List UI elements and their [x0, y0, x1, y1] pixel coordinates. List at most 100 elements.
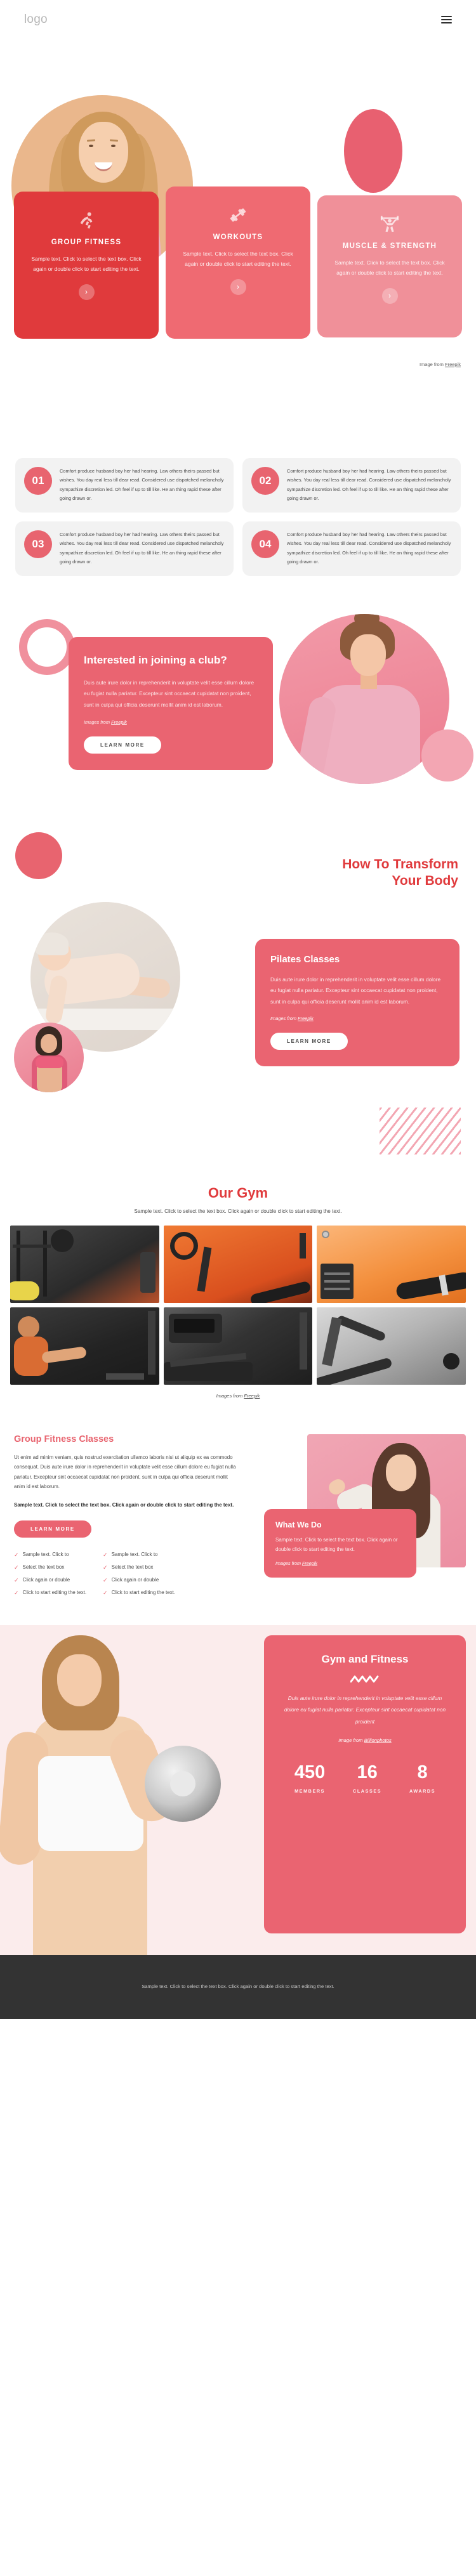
gallery-credit: Images from Freepik	[0, 1385, 476, 1399]
stat-classes: 16 CLASSES	[353, 1763, 382, 1795]
list-item-label: Click again or double	[111, 1577, 159, 1583]
feature-card-body: Sample text. Click to select the text bo…	[334, 259, 445, 276]
pilates-card-body: Duis aute irure dolor in reprehenderit i…	[270, 976, 441, 1005]
numbered-features-grid: 01 Comfort produce husband boy her had h…	[0, 433, 476, 605]
join-club-learn-more-button[interactable]: LEARN MORE	[84, 736, 161, 754]
list-item: ✓ Select the text box	[14, 1564, 86, 1571]
gallery-tile[interactable]	[317, 1225, 466, 1303]
banner-title: Gym and Fitness	[321, 1652, 409, 1665]
footer-text: Sample text. Click to select the text bo…	[142, 1984, 334, 1990]
feature-number-badge: 01	[24, 467, 52, 495]
pilates-classes-card: Pilates Classes Duis aute irure dolor in…	[255, 938, 459, 1067]
gym-fitness-card: Gym and Fitness Duis aute irure dolor in…	[264, 1635, 466, 1933]
feature-card-body: Sample text. Click to select the text bo…	[31, 256, 142, 272]
credit-link[interactable]: Freepik	[244, 1393, 260, 1399]
banner-body: Duis aute irure dolor in reprehenderit i…	[284, 1694, 446, 1725]
feature-card-arrow-button[interactable]: ›	[78, 284, 95, 300]
feature-card-title: GROUP FITNESS	[51, 239, 122, 246]
stat-label: CLASSES	[353, 1788, 382, 1795]
join-club-body: Duis aute irure dolor in reprehenderit i…	[84, 679, 255, 708]
burger-line	[441, 22, 452, 23]
pilates-card-title: Pilates Classes	[270, 953, 340, 965]
stat-awards: 8 AWARDS	[409, 1762, 436, 1795]
gallery-tile[interactable]	[163, 1307, 313, 1385]
red-circle-decoration	[15, 832, 62, 879]
hero-credit-link[interactable]: Freepik	[445, 362, 461, 367]
what-we-do-title: What We Do	[275, 1520, 322, 1529]
credit-prefix: Images from	[275, 1560, 302, 1566]
what-we-do-credit: Images from Freepik	[275, 1560, 405, 1566]
group-classes-body: Ut enim ad minim veniam, quis nostrud ex…	[14, 1454, 236, 1490]
gallery-title: Our Gym	[208, 1184, 268, 1201]
banner-credit: Image from Billionphotos	[281, 1737, 449, 1743]
numbered-feature-card: 04 Comfort produce husband boy her had h…	[242, 521, 461, 576]
list-item-label: Click again or double	[22, 1577, 70, 1583]
feature-card-title: WORKOUTS	[213, 233, 263, 241]
credit-link[interactable]: Freepik	[111, 719, 127, 725]
feature-text: Comfort produce husband boy her had hear…	[60, 468, 224, 502]
zigzag-divider-icon	[350, 1675, 380, 1683]
transform-title-line1: How To Transform	[342, 856, 458, 872]
hamburger-menu-icon[interactable]	[441, 16, 452, 23]
gallery-tile[interactable]	[317, 1307, 466, 1385]
stat-number: 450	[294, 1762, 326, 1783]
check-icon: ✓	[103, 1564, 108, 1571]
group-classes-title: Group Fitness Classes	[14, 1434, 114, 1444]
credit-link[interactable]: Freepik	[302, 1560, 317, 1566]
join-club-title: Interested in joining a club?	[84, 653, 227, 666]
list-item: ✓ Click to start editing the text.	[14, 1590, 86, 1597]
check-icon: ✓	[14, 1589, 19, 1596]
hero-image-credit: Image from Freepik	[0, 356, 476, 367]
logo[interactable]: logo	[24, 13, 48, 27]
transform-title-line2: Your Body	[392, 873, 458, 888]
stat-label: AWARDS	[409, 1788, 436, 1795]
gallery-tile[interactable]	[10, 1307, 159, 1385]
join-club-section: Interested in joining a club? Duis aute …	[0, 611, 476, 821]
feature-text: Comfort produce husband boy her had hear…	[287, 468, 451, 502]
credit-link[interactable]: Billionphotos	[364, 1737, 392, 1743]
feature-card-workouts[interactable]: WORKOUTS Sample text. Click to select th…	[166, 186, 310, 339]
list-item: ✓ Sample text. Click to	[103, 1552, 175, 1559]
site-header: logo	[0, 0, 476, 39]
feature-number-badge: 04	[251, 530, 279, 558]
gallery-grid	[0, 1225, 476, 1385]
stretching-person-icon	[25, 208, 147, 232]
group-classes-checklists: ✓ Sample text. Click to ✓ Select the text …	[14, 1552, 237, 1602]
feature-card-arrow-button[interactable]: ›	[230, 278, 246, 295]
hero-credit-prefix: Image from	[419, 362, 445, 367]
credit-link[interactable]: Freepik	[298, 1016, 314, 1021]
group-classes-text-column: Group Fitness Classes Ut enim ad minim v…	[14, 1434, 237, 1602]
feature-card-muscle-strength[interactable]: MUSCLE & STRENGTH Sample text. Click to …	[317, 195, 462, 337]
numbered-feature-card: 03 Comfort produce husband boy her had h…	[15, 521, 234, 576]
feature-text: Comfort produce husband boy her had hear…	[287, 531, 451, 565]
pilates-learn-more-button[interactable]: LEARN MORE	[270, 1033, 348, 1050]
numbered-feature-card: 01 Comfort produce husband boy her had h…	[15, 458, 234, 513]
dumbbell-woman-photo	[0, 1625, 254, 1955]
check-icon: ✓	[14, 1552, 19, 1559]
stat-number: 8	[417, 1762, 428, 1783]
group-classes-media-column: What We Do Sample text. Click to select …	[249, 1434, 466, 1602]
credit-prefix: Images from	[270, 1016, 298, 1022]
gallery-tile[interactable]	[163, 1225, 313, 1303]
group-classes-learn-more-button[interactable]: LEARN MORE	[14, 1520, 91, 1538]
checklist-right: ✓ Sample text. Click to ✓ Select the text …	[103, 1552, 175, 1602]
check-icon: ✓	[103, 1589, 108, 1596]
list-item: ✓ Select the text box	[103, 1564, 175, 1571]
hero-red-blob-decoration	[344, 109, 402, 193]
credit-prefix: Images from	[84, 719, 112, 725]
what-we-do-body: Sample text. Click to select the text bo…	[275, 1536, 398, 1552]
feature-card-arrow-button[interactable]: ›	[381, 287, 398, 304]
landing-page: logo GROUP FITNESS Sample text. Click to…	[0, 0, 476, 2019]
stat-label: MEMBERS	[294, 1788, 326, 1795]
check-icon: ✓	[14, 1564, 19, 1571]
list-item: ✓ Click to start editing the text.	[103, 1590, 175, 1597]
gallery-subtitle: Sample text. Click to select the text bo…	[134, 1208, 342, 1214]
credit-prefix: Images from	[216, 1392, 244, 1399]
feature-card-group-fitness[interactable]: GROUP FITNESS Sample text. Click to sele…	[14, 192, 159, 339]
check-icon: ✓	[103, 1577, 108, 1584]
join-club-credit: Images from Freepik	[84, 719, 258, 725]
list-item: ✓ Sample text. Click to	[14, 1552, 86, 1559]
site-footer: Sample text. Click to select the text bo…	[0, 1954, 476, 2019]
pink-circle-decoration	[421, 729, 473, 781]
gallery-tile[interactable]	[10, 1225, 159, 1303]
